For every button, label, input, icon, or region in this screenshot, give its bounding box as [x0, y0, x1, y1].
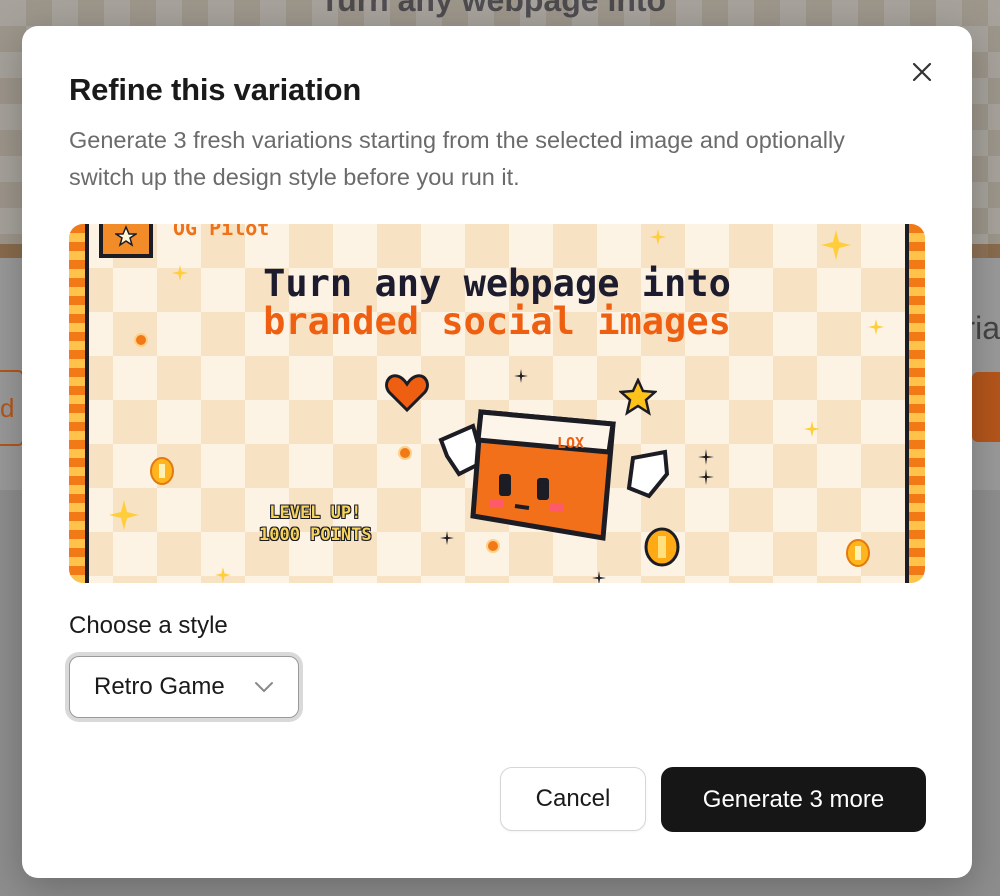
sparkle-icon: [804, 421, 820, 437]
generate-more-button[interactable]: Generate 3 more: [661, 767, 926, 832]
sparkle-icon: [650, 229, 666, 245]
brand-logo-icon: [99, 224, 153, 258]
coin-icon: [150, 457, 174, 485]
sparkle-icon: [109, 500, 139, 530]
style-select[interactable]: Retro Game: [69, 656, 299, 718]
sparkle-icon: [514, 369, 528, 383]
mascot-illustration: LOX: [438, 409, 670, 541]
preview-headline-line1: Turn any webpage into: [263, 262, 731, 305]
style-label: Choose a style: [69, 612, 228, 639]
sparkle-icon: [172, 265, 188, 281]
level-up-line1: LEVEL UP!: [269, 503, 362, 523]
background-title: Turn any webpage into: [320, 0, 667, 18]
preview-brand-name: OG Pilot: [173, 224, 270, 240]
svg-text:LOX: LOX: [557, 434, 584, 452]
preview-level-up-text: LEVEL UP! 1000 POINTS: [259, 502, 372, 546]
cancel-button[interactable]: Cancel: [500, 767, 646, 831]
sparkle-icon: [215, 567, 231, 583]
coin-icon: [846, 539, 870, 567]
sparkle-icon: [592, 571, 606, 583]
level-up-line2: 1000 POINTS: [259, 525, 372, 545]
preview-headline-line2: branded social images: [263, 300, 731, 343]
modal-description: Generate 3 fresh variations starting fro…: [69, 127, 845, 190]
dot-icon: [134, 333, 148, 347]
sparkle-icon: [698, 449, 714, 485]
modal-title: Refine this variation: [69, 72, 362, 107]
chevron-down-icon: [255, 682, 273, 692]
variation-preview-image: OG Pilot Turn any webpage into branded s…: [69, 224, 925, 583]
style-select-value: Retro Game: [94, 673, 225, 700]
background-left-button: d: [0, 370, 24, 446]
refine-variation-modal: Refine this variation Generate 3 fresh v…: [22, 26, 972, 878]
dot-icon: [398, 446, 412, 460]
sparkle-icon: [868, 319, 884, 335]
sparkle-icon: [821, 230, 851, 260]
close-icon: [912, 62, 932, 82]
background-right-button: [972, 372, 1000, 442]
heart-icon: [385, 374, 429, 412]
close-button[interactable]: [906, 56, 938, 88]
